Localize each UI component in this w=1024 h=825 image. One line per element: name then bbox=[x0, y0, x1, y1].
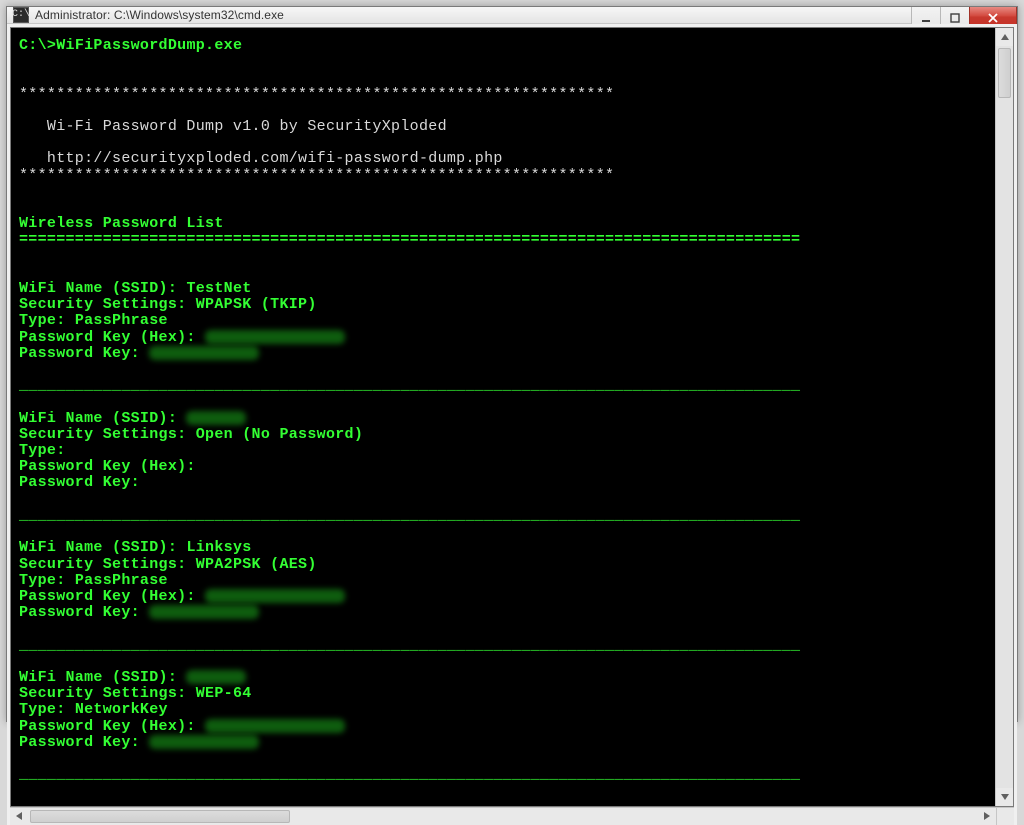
entry-ssid: WiFi Name (SSID): bbox=[19, 411, 987, 427]
scroll-right-arrow-icon[interactable] bbox=[978, 808, 996, 825]
label-hex: Password Key (Hex): bbox=[19, 458, 205, 475]
entry-hex: Password Key (Hex): bbox=[19, 589, 987, 605]
label-ssid: WiFi Name (SSID): bbox=[19, 539, 186, 556]
entry-key: Password Key: bbox=[19, 735, 987, 751]
label-key: Password Key: bbox=[19, 734, 149, 751]
entry-hex: Password Key (Hex): bbox=[19, 459, 987, 475]
entry-hex: Password Key (Hex): bbox=[19, 330, 987, 346]
label-ssid: WiFi Name (SSID): bbox=[19, 669, 186, 686]
label-ssid: WiFi Name (SSID): bbox=[19, 280, 186, 297]
entry-divider: ________________________________________… bbox=[19, 507, 800, 524]
masked-hex bbox=[205, 330, 345, 344]
label-hex: Password Key (Hex): bbox=[19, 718, 205, 735]
entry-key: Password Key: bbox=[19, 346, 987, 362]
entry-security: Security Settings: Open (No Password) bbox=[19, 427, 987, 443]
entry-security: Security Settings: WEP-64 bbox=[19, 686, 987, 702]
cmd-window: C:\ Administrator: C:\Windows\system32\c… bbox=[6, 6, 1018, 722]
entry-security: Security Settings: WPAPSK (TKIP) bbox=[19, 297, 987, 313]
entry-ssid: WiFi Name (SSID): bbox=[19, 670, 987, 686]
label-ssid: WiFi Name (SSID): bbox=[19, 410, 186, 427]
scroll-left-arrow-icon[interactable] bbox=[10, 808, 28, 825]
masked-ssid bbox=[186, 670, 246, 684]
label-key: Password Key: bbox=[19, 604, 149, 621]
label-type: Type: bbox=[19, 312, 75, 329]
value-security: WEP-64 bbox=[196, 685, 252, 702]
banner-stars: ****************************************… bbox=[19, 86, 614, 103]
value-security: Open (No Password) bbox=[196, 426, 363, 443]
value-ssid: Linksys bbox=[186, 539, 251, 556]
entry-ssid: WiFi Name (SSID): TestNet bbox=[19, 281, 987, 297]
masked-key bbox=[149, 346, 259, 360]
label-security: Security Settings: bbox=[19, 296, 196, 313]
horizontal-scrollbar[interactable] bbox=[10, 807, 1014, 825]
client-area: C:\>WiFiPasswordDump.exe ***************… bbox=[7, 24, 1017, 825]
entry-ssid: WiFi Name (SSID): Linksys bbox=[19, 540, 987, 556]
terminal-output[interactable]: C:\>WiFiPasswordDump.exe ***************… bbox=[11, 28, 995, 806]
horizontal-scroll-thumb[interactable] bbox=[30, 810, 290, 823]
value-security: WPA2PSK (AES) bbox=[196, 556, 317, 573]
prompt-line: C:\>WiFiPasswordDump.exe bbox=[19, 38, 987, 54]
label-hex: Password Key (Hex): bbox=[19, 329, 205, 346]
window-title: Administrator: C:\Windows\system32\cmd.e… bbox=[35, 8, 284, 22]
masked-key bbox=[149, 605, 259, 619]
entry-divider: ________________________________________… bbox=[19, 377, 800, 394]
horizontal-scroll-track[interactable] bbox=[28, 808, 978, 825]
vertical-scrollbar[interactable] bbox=[995, 28, 1013, 806]
entry-type: Type: PassPhrase bbox=[19, 573, 987, 589]
section-heading: Wireless Password List bbox=[19, 215, 224, 232]
banner-url: http://securityxploded.com/wifi-password… bbox=[19, 150, 503, 167]
value-type: PassPhrase bbox=[75, 572, 168, 589]
masked-ssid bbox=[186, 411, 246, 425]
label-key: Password Key: bbox=[19, 345, 149, 362]
banner-stars: ****************************************… bbox=[19, 167, 614, 184]
entry-security: Security Settings: WPA2PSK (AES) bbox=[19, 557, 987, 573]
vertical-scroll-thumb[interactable] bbox=[998, 48, 1011, 98]
value-ssid: TestNet bbox=[186, 280, 251, 297]
label-type: Type: bbox=[19, 572, 75, 589]
label-type: Type: bbox=[19, 442, 75, 459]
value-type: NetworkKey bbox=[75, 701, 168, 718]
label-security: Security Settings: bbox=[19, 556, 196, 573]
entry-hex: Password Key (Hex): bbox=[19, 719, 987, 735]
command-text: WiFiPasswordDump.exe bbox=[56, 37, 242, 54]
masked-hex bbox=[205, 589, 345, 603]
entry-type: Type: NetworkKey bbox=[19, 702, 987, 718]
label-key: Password Key: bbox=[19, 474, 149, 491]
cmd-icon: C:\ bbox=[13, 7, 29, 23]
entry-type: Type: PassPhrase bbox=[19, 313, 987, 329]
entry-key: Password Key: bbox=[19, 605, 987, 621]
label-security: Security Settings: bbox=[19, 426, 196, 443]
scroll-down-arrow-icon[interactable] bbox=[996, 788, 1013, 806]
section-rule: ========================================… bbox=[19, 231, 800, 248]
scrollbar-corner bbox=[996, 808, 1014, 825]
entry-type: Type: bbox=[19, 443, 987, 459]
entry-divider: ________________________________________… bbox=[19, 766, 800, 783]
terminal-container: C:\>WiFiPasswordDump.exe ***************… bbox=[10, 27, 1014, 807]
masked-key bbox=[149, 735, 259, 749]
entry-divider: ________________________________________… bbox=[19, 637, 800, 654]
prompt: C:\> bbox=[19, 37, 56, 54]
entry-key: Password Key: bbox=[19, 475, 987, 491]
scroll-up-arrow-icon[interactable] bbox=[996, 28, 1013, 46]
label-hex: Password Key (Hex): bbox=[19, 588, 205, 605]
value-security: WPAPSK (TKIP) bbox=[196, 296, 317, 313]
banner-program: Wi-Fi Password Dump v1.0 by SecurityXplo… bbox=[19, 118, 447, 135]
vertical-scroll-track[interactable] bbox=[996, 46, 1013, 788]
label-type: Type: bbox=[19, 701, 75, 718]
value-type: PassPhrase bbox=[75, 312, 168, 329]
titlebar[interactable]: C:\ Administrator: C:\Windows\system32\c… bbox=[7, 7, 1017, 24]
masked-hex bbox=[205, 719, 345, 733]
label-security: Security Settings: bbox=[19, 685, 196, 702]
